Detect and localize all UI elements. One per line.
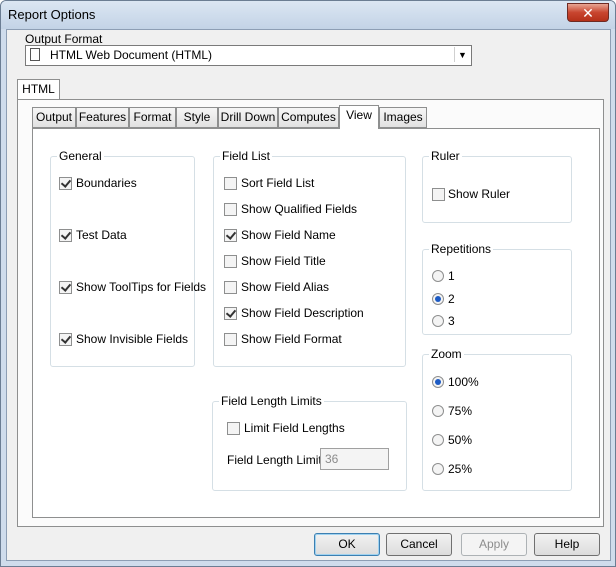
show-field-name-label: Show Field Name — [241, 228, 336, 242]
sort-field-list-checkbox[interactable] — [224, 177, 237, 190]
zoom-group-title: Zoom — [429, 347, 464, 361]
tab-view-label: View — [346, 108, 372, 122]
close-icon: ✕ — [582, 5, 594, 21]
tab-features-label: Features — [78, 110, 127, 124]
tab-output-label: Output — [35, 110, 73, 124]
show-field-description-label: Show Field Description — [241, 306, 364, 320]
show-invisible-fields-label: Show Invisible Fields — [76, 332, 189, 346]
test-data-label: Test Data — [76, 228, 127, 242]
help-button[interactable]: Help — [534, 533, 600, 556]
zoom-50-label: 50% — [448, 433, 473, 447]
zoom-100-radio[interactable] — [432, 376, 444, 388]
repetitions-group: Repetitions 1 2 3 — [422, 242, 572, 335]
dialog-client: Output Format HTML Web Document (HTML) ▼… — [6, 29, 611, 561]
repetitions-1-label: 1 — [448, 269, 455, 283]
show-invisible-fields-checkbox[interactable] — [59, 333, 72, 346]
test-data-checkbox[interactable] — [59, 229, 72, 242]
title-bar: Report Options ✕ — [1, 1, 615, 29]
chevron-down-icon[interactable]: ▼ — [454, 47, 470, 62]
boundaries-label: Boundaries — [76, 176, 137, 190]
repetitions-group-title: Repetitions — [429, 242, 494, 256]
show-ruler-checkbox[interactable] — [432, 188, 445, 201]
output-format-value: HTML Web Document (HTML) — [50, 48, 213, 62]
zoom-75-label: 75% — [448, 404, 473, 418]
tab-images[interactable]: Images — [379, 107, 427, 128]
help-button-label: Help — [554, 537, 580, 551]
limit-field-lengths-label: Limit Field Lengths — [244, 421, 345, 435]
tab-view[interactable]: View — [339, 105, 379, 129]
boundaries-checkbox[interactable] — [59, 177, 72, 190]
show-tooltips-checkbox[interactable] — [59, 281, 72, 294]
show-field-title-checkbox[interactable] — [224, 255, 237, 268]
repetitions-1-radio[interactable] — [432, 270, 444, 282]
tab-computes-label: Computes — [281, 110, 336, 124]
zoom-group: Zoom 100% 75% 50% 25% — [422, 347, 572, 491]
repetitions-2-radio[interactable] — [432, 293, 444, 305]
repetitions-3-radio[interactable] — [432, 315, 444, 327]
repetitions-3-label: 3 — [448, 314, 455, 328]
output-format-select[interactable]: HTML Web Document (HTML) ▼ — [25, 45, 472, 66]
tab-html[interactable]: HTML — [17, 79, 60, 100]
show-ruler-label: Show Ruler — [448, 187, 511, 201]
limit-field-lengths-checkbox[interactable] — [227, 422, 240, 435]
show-field-format-label: Show Field Format — [241, 332, 342, 346]
ruler-group-title: Ruler — [429, 149, 462, 163]
general-group: General Boundaries Test Data Show ToolTi… — [50, 149, 206, 367]
ok-button-label: OK — [338, 537, 356, 551]
tab-format-label: Format — [133, 110, 172, 124]
tab-images-label: Images — [383, 110, 423, 124]
zoom-25-label: 25% — [448, 462, 473, 476]
document-icon — [30, 48, 40, 61]
show-field-name-checkbox[interactable] — [224, 229, 237, 242]
tab-style[interactable]: Style — [176, 107, 218, 128]
field-list-group-title: Field List — [220, 149, 273, 163]
show-field-format-checkbox[interactable] — [224, 333, 237, 346]
zoom-50-radio[interactable] — [432, 434, 444, 446]
show-field-description-checkbox[interactable] — [224, 307, 237, 320]
field-length-limits-title: Field Length Limits — [219, 394, 324, 408]
field-length-limits-group: Field Length Limits Limit Field Lengths … — [212, 394, 407, 491]
field-length-limit-input[interactable]: 36 — [320, 448, 389, 470]
ruler-group: Ruler Show Ruler — [422, 149, 572, 223]
apply-button-label: Apply — [478, 537, 510, 551]
field-list-group: Field List Sort Field List Show Qualifie… — [213, 149, 406, 367]
show-qualified-fields-label: Show Qualified Fields — [241, 202, 358, 216]
zoom-75-radio[interactable] — [432, 405, 444, 417]
general-group-title: General — [57, 149, 104, 163]
tab-features[interactable]: Features — [76, 107, 129, 128]
report-options-window: Report Options ✕ Output Format HTML Web … — [0, 0, 616, 567]
ok-button[interactable]: OK — [314, 533, 380, 556]
close-button[interactable]: ✕ — [567, 3, 609, 22]
show-tooltips-label: Show ToolTips for Fields — [76, 280, 207, 294]
tab-style-label: Style — [183, 110, 211, 124]
tab-html-label: HTML — [22, 82, 55, 96]
zoom-25-radio[interactable] — [432, 463, 444, 475]
tab-drill-down[interactable]: Drill Down — [218, 107, 278, 128]
sort-field-list-label: Sort Field List — [241, 176, 315, 190]
window-title: Report Options — [8, 7, 96, 22]
repetitions-2-label: 2 — [448, 292, 455, 306]
output-format-label: Output Format — [25, 32, 103, 46]
show-field-title-label: Show Field Title — [241, 254, 326, 268]
cancel-button[interactable]: Cancel — [386, 533, 452, 556]
show-field-alias-checkbox[interactable] — [224, 281, 237, 294]
zoom-100-label: 100% — [448, 375, 479, 389]
show-field-alias-label: Show Field Alias — [241, 280, 330, 294]
field-length-limit-label: Field Length Limit — [227, 453, 322, 467]
show-qualified-fields-checkbox[interactable] — [224, 203, 237, 216]
tab-output[interactable]: Output — [32, 107, 76, 128]
apply-button[interactable]: Apply — [461, 533, 527, 556]
tab-drill-down-label: Drill Down — [220, 110, 276, 124]
cancel-button-label: Cancel — [400, 537, 438, 551]
view-tab-panel: General Boundaries Test Data Show ToolTi… — [32, 128, 600, 518]
tab-computes[interactable]: Computes — [278, 107, 339, 128]
tab-format[interactable]: Format — [129, 107, 176, 128]
